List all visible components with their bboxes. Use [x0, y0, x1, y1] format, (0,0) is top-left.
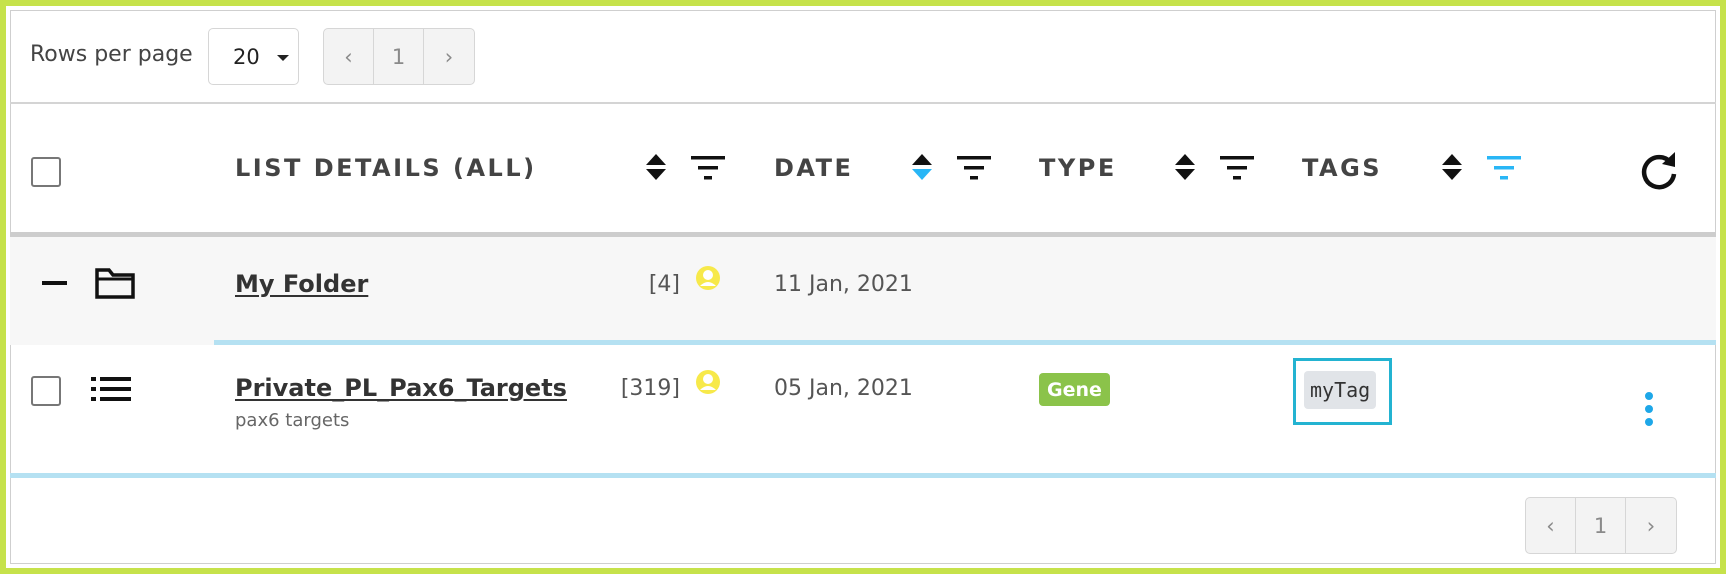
collapse-minus-icon[interactable] — [42, 281, 67, 285]
row-divider — [10, 340, 1716, 345]
rows-per-page-value: 20 — [233, 45, 260, 69]
list-name-link[interactable]: Private_PL_Pax6_Targets — [235, 374, 567, 402]
folder-icon — [95, 268, 135, 299]
row-divider — [10, 473, 1716, 478]
folder-name-link[interactable]: My Folder — [235, 270, 368, 298]
pagination-bottom: ‹ 1 › — [1525, 497, 1677, 554]
tag-chip[interactable]: myTag — [1304, 371, 1377, 409]
next-page-button[interactable]: › — [1626, 498, 1676, 553]
folder-date: 11 Jan, 2021 — [774, 272, 913, 297]
list-item-count: [319] — [620, 376, 680, 401]
divider — [10, 102, 1716, 104]
column-header-list-details[interactable]: LIST DETAILS (ALL) — [235, 154, 537, 182]
row-divider-gap — [10, 340, 214, 345]
list-description: pax6 targets — [235, 410, 350, 431]
kebab-dot — [1645, 418, 1653, 426]
filter-icon[interactable] — [1220, 155, 1254, 181]
select-all-checkbox[interactable] — [31, 157, 61, 187]
sort-icon[interactable] — [645, 152, 667, 182]
kebab-dot — [1645, 405, 1653, 413]
page-number-button[interactable]: 1 — [1576, 498, 1626, 553]
column-header-tags[interactable]: TAGS — [1302, 154, 1382, 182]
sort-desc-active-icon[interactable] — [911, 152, 933, 182]
caret-down-icon — [277, 55, 289, 61]
folder-item-count: [4] — [648, 272, 680, 297]
page-number-button[interactable]: 1 — [374, 29, 424, 84]
rows-per-page-select[interactable]: 20 — [208, 28, 299, 85]
kebab-dot — [1645, 392, 1653, 400]
column-header-date[interactable]: DATE — [774, 154, 853, 182]
pagination-top: ‹ 1 › — [323, 28, 475, 85]
prev-page-button[interactable]: ‹ — [324, 29, 374, 84]
refresh-icon[interactable] — [1638, 150, 1680, 192]
column-header-type[interactable]: TYPE — [1039, 154, 1117, 182]
type-badge-gene: Gene — [1039, 373, 1110, 406]
owner-user-icon — [696, 266, 720, 290]
tag-cell-focused[interactable]: myTag — [1293, 358, 1392, 425]
filter-active-icon[interactable] — [1487, 155, 1521, 181]
sort-icon[interactable] — [1174, 152, 1196, 182]
owner-user-icon — [696, 370, 720, 394]
filter-icon[interactable] — [957, 155, 991, 181]
row-actions-menu-icon[interactable] — [1641, 392, 1657, 426]
next-page-button[interactable]: › — [424, 29, 474, 84]
rows-per-page-label: Rows per page — [30, 42, 193, 67]
prev-page-button[interactable]: ‹ — [1526, 498, 1576, 553]
sort-icon[interactable] — [1441, 152, 1463, 182]
list-icon — [91, 377, 131, 401]
filter-icon[interactable] — [691, 155, 725, 181]
list-date: 05 Jan, 2021 — [774, 376, 913, 401]
row-checkbox[interactable] — [31, 376, 61, 406]
